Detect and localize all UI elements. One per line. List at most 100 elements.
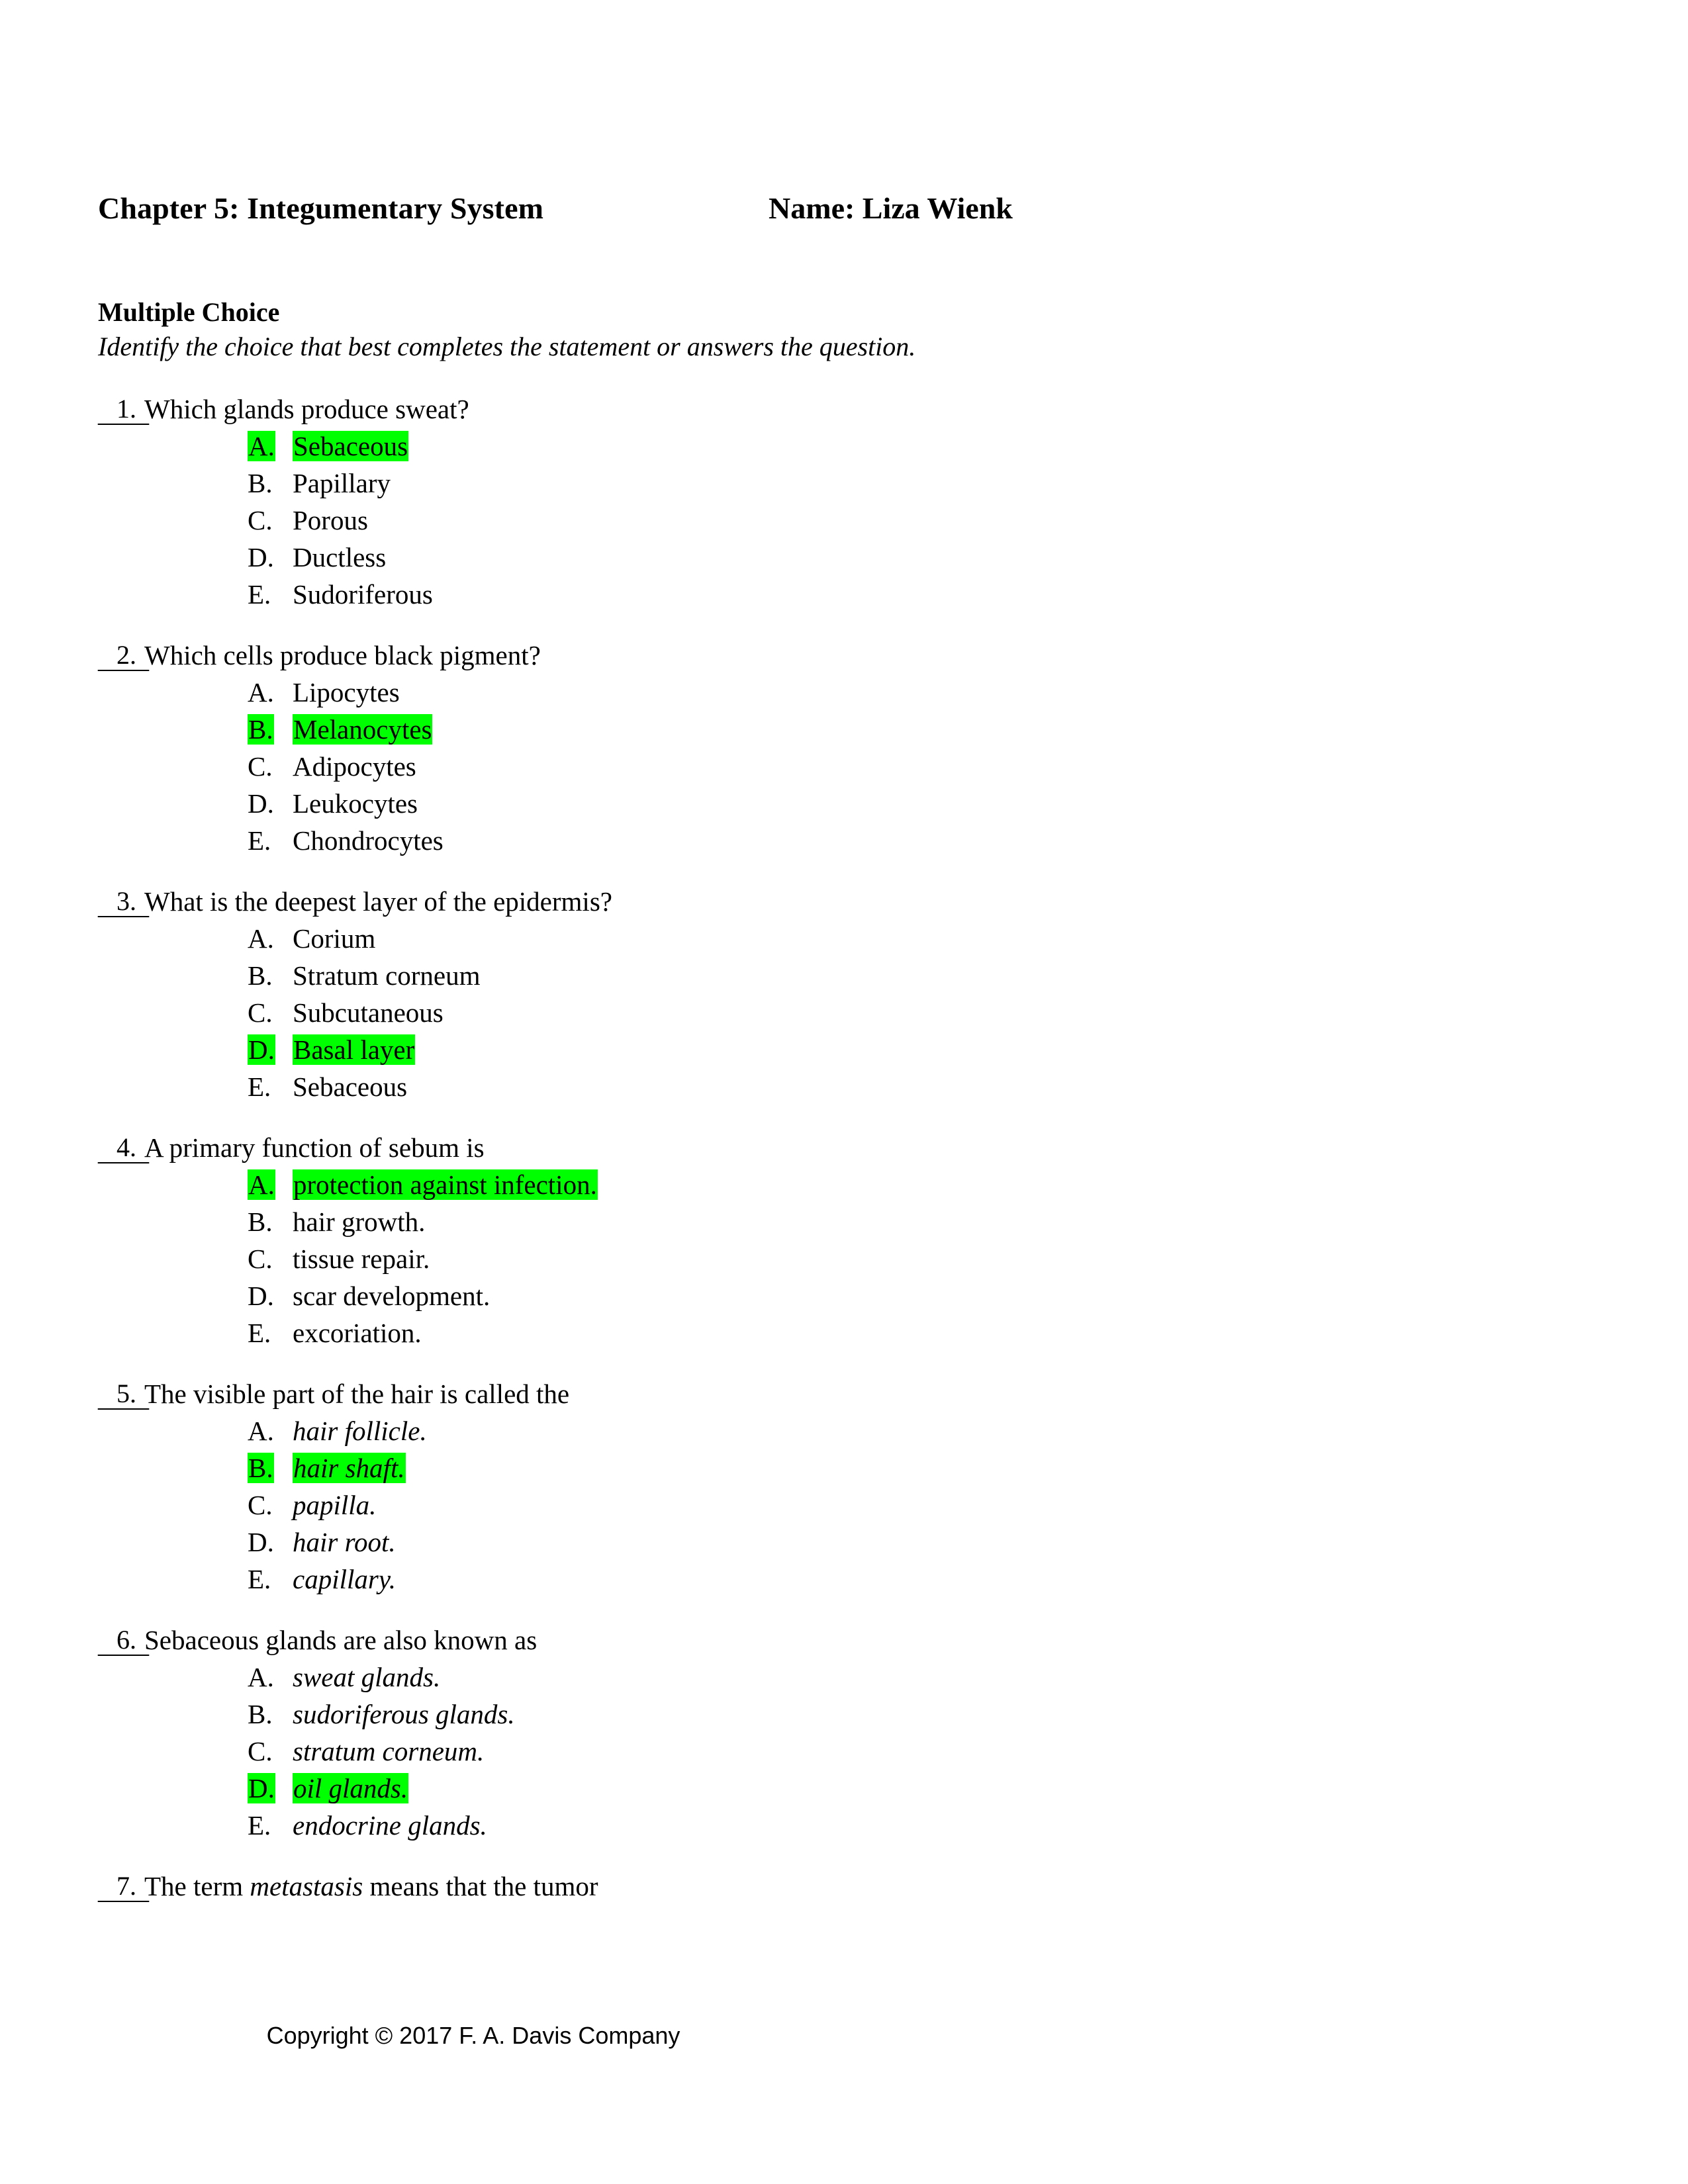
option-text: excoriation. <box>293 1318 422 1348</box>
option-list: A. hair follicle. B. hair shaft. C. papilla. D… <box>0 1412 1688 1598</box>
option-row[interactable]: B. sudoriferous glands. <box>0 1696 1688 1733</box>
option-letter: D. <box>248 1031 286 1068</box>
option-text: Melanocytes <box>293 711 433 748</box>
emphasized-term: metastasis <box>250 1871 363 1901</box>
question-block: ____ 3. What is the deepest layer of the e… <box>0 883 1688 1105</box>
answer-blank-input[interactable]: ____ <box>0 887 149 924</box>
highlight-mark: hair shaft. <box>293 1453 406 1483</box>
option-letter: D. <box>248 788 274 819</box>
question-block: ____ 2. Which cells produce black pigment?… <box>0 637 1688 859</box>
answer-blank-input[interactable]: ____ <box>0 1133 149 1170</box>
answer-blank-input[interactable]: ____ <box>0 1625 149 1662</box>
option-letter: E. <box>248 825 271 856</box>
option-list: A. protection against infection. B. hair gr… <box>0 1166 1688 1351</box>
copyright-notice: Copyright © 2017 F. A. Davis Company <box>266 2022 680 2049</box>
option-row[interactable]: C. tissue repair. <box>0 1240 1688 1277</box>
option-letter: E. <box>248 579 271 610</box>
option-row[interactable]: B. Melanocytes <box>0 711 1688 748</box>
option-text: hair growth. <box>293 1206 426 1237</box>
option-letter: D. <box>248 1281 274 1311</box>
option-text: Leukocytes <box>293 788 418 819</box>
option-text: Porous <box>293 505 368 535</box>
worksheet-page: Chapter 5: Integumentary System Name: Li… <box>0 0 1688 2184</box>
highlight-mark: D. <box>248 1773 275 1803</box>
option-row[interactable]: A. protection against infection. <box>0 1166 1688 1203</box>
option-row[interactable]: D. oil glands. <box>0 1770 1688 1807</box>
option-row[interactable]: D. hair root. <box>0 1524 1688 1561</box>
option-row[interactable]: E. capillary. <box>0 1561 1688 1598</box>
section-instruction: Identify the choice that best completes … <box>98 332 916 361</box>
option-letter: E. <box>248 1810 271 1841</box>
answer-blank-input[interactable]: ____ <box>0 394 149 432</box>
question-header-row: ____ 5. The visible part of the hair is ca… <box>0 1375 1688 1412</box>
option-row[interactable]: B. hair shaft. <box>0 1449 1688 1486</box>
option-text: scar development. <box>293 1281 491 1311</box>
option-letter: B. <box>248 1206 273 1237</box>
question-block: ____ 5. The visible part of the hair is ca… <box>0 1375 1688 1598</box>
option-letter: D. <box>248 1770 286 1807</box>
option-text: stratum corneum. <box>293 1736 485 1766</box>
option-text: sudoriferous glands. <box>293 1699 515 1729</box>
option-text: Sebaceous <box>293 1071 408 1102</box>
option-row[interactable]: C. stratum corneum. <box>0 1733 1688 1770</box>
option-list: A. Lipocytes B. Melanocytes C. Adipocytes D. Le… <box>0 674 1688 859</box>
option-row[interactable]: B. hair growth. <box>0 1203 1688 1240</box>
answer-blank-input[interactable]: ____ <box>0 641 149 678</box>
option-row[interactable]: A. Lipocytes <box>0 674 1688 711</box>
option-letter: C. <box>248 997 273 1028</box>
option-letter: B. <box>248 468 273 498</box>
student-name-field: Name: Liza Wienk <box>769 191 1013 225</box>
option-letter: E. <box>248 1318 271 1348</box>
option-row[interactable]: A. sweat glands. <box>0 1659 1688 1696</box>
option-row[interactable]: E. Sebaceous <box>0 1068 1688 1105</box>
question-text: A primary function of sebum is <box>144 1132 485 1163</box>
option-text: Sebaceous <box>293 428 409 465</box>
highlight-mark: B. <box>248 1453 274 1483</box>
option-row[interactable]: E. endocrine glands. <box>0 1807 1688 1844</box>
option-letter: B. <box>248 711 286 748</box>
question-text: Which cells produce black pigment? <box>144 640 541 670</box>
option-row[interactable]: A. Corium <box>0 920 1688 957</box>
highlight-mark: protection against infection. <box>293 1169 598 1200</box>
highlight-mark: Sebaceous <box>293 431 409 461</box>
highlight-mark: D. <box>248 1034 275 1065</box>
answer-blank-input[interactable]: ____ <box>0 1872 149 1909</box>
option-row[interactable]: C. Subcutaneous <box>0 994 1688 1031</box>
option-text: hair follicle. <box>293 1416 427 1446</box>
option-letter: E. <box>248 1071 271 1102</box>
question-text-segment: The term <box>144 1871 250 1901</box>
option-letter: C. <box>248 505 273 535</box>
option-text: protection against infection. <box>293 1166 598 1203</box>
option-row[interactable]: E. excoriation. <box>0 1314 1688 1351</box>
option-list: A. Sebaceous B. Papillary C. Porous D. Ductless… <box>0 428 1688 613</box>
option-row[interactable]: A. hair follicle. <box>0 1412 1688 1449</box>
question-block: ____ 7. The term metastasis means that the… <box>0 1868 1688 1905</box>
option-letter: B. <box>248 1699 273 1729</box>
option-row[interactable]: B. Papillary <box>0 465 1688 502</box>
option-row[interactable]: D. Basal layer <box>0 1031 1688 1068</box>
highlight-mark: A. <box>248 431 275 461</box>
option-row[interactable]: A. Sebaceous <box>0 428 1688 465</box>
option-letter: C. <box>248 1736 273 1766</box>
highlight-mark: Basal layer <box>293 1034 416 1065</box>
highlight-mark: Melanocytes <box>293 714 433 745</box>
answer-blank-input[interactable]: ____ <box>0 1379 149 1416</box>
option-row[interactable]: D. Ductless <box>0 539 1688 576</box>
question-text: Sebaceous glands are also known as <box>144 1625 538 1655</box>
option-row[interactable]: C. Adipocytes <box>0 748 1688 785</box>
question-header-row: ____ 6. Sebaceous glands are also known as <box>0 1621 1688 1659</box>
option-text: Basal layer <box>293 1031 416 1068</box>
option-row[interactable]: E. Sudoriferous <box>0 576 1688 613</box>
option-text: capillary. <box>293 1564 397 1594</box>
option-letter: C. <box>248 751 273 782</box>
option-letter: A. <box>248 1662 274 1692</box>
question-block: ____ 1. Which glands produce sweat? A. Sebac… <box>0 390 1688 613</box>
option-row[interactable]: D. Leukocytes <box>0 785 1688 822</box>
option-row[interactable]: C. papilla. <box>0 1486 1688 1524</box>
option-text: Corium <box>293 923 376 954</box>
option-row[interactable]: B. Stratum corneum <box>0 957 1688 994</box>
option-row[interactable]: C. Porous <box>0 502 1688 539</box>
question-block: ____ 6. Sebaceous glands are also known as… <box>0 1621 1688 1844</box>
option-row[interactable]: D. scar development. <box>0 1277 1688 1314</box>
option-row[interactable]: E. Chondrocytes <box>0 822 1688 859</box>
